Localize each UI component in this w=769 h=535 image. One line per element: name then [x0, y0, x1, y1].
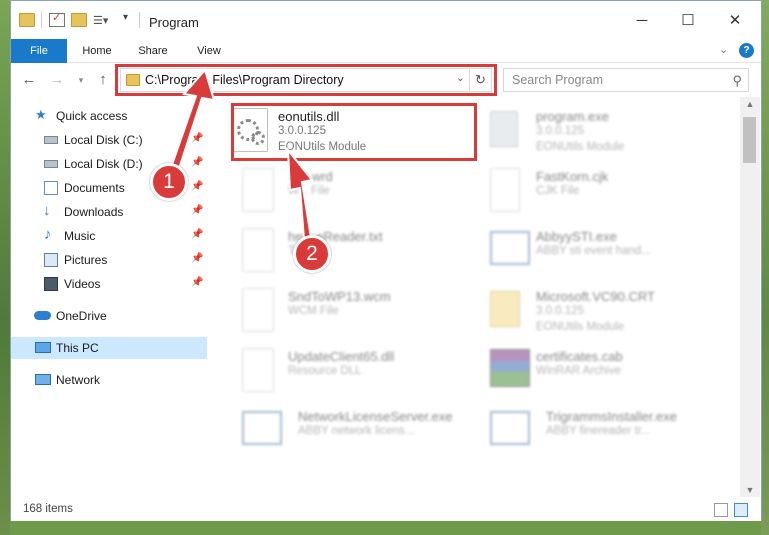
annotation-arrows — [166, 67, 315, 254]
arrow-to-address-bar — [166, 67, 216, 180]
step-badge-2: 2 — [293, 235, 331, 273]
step-badge-1: 1 — [150, 163, 188, 201]
